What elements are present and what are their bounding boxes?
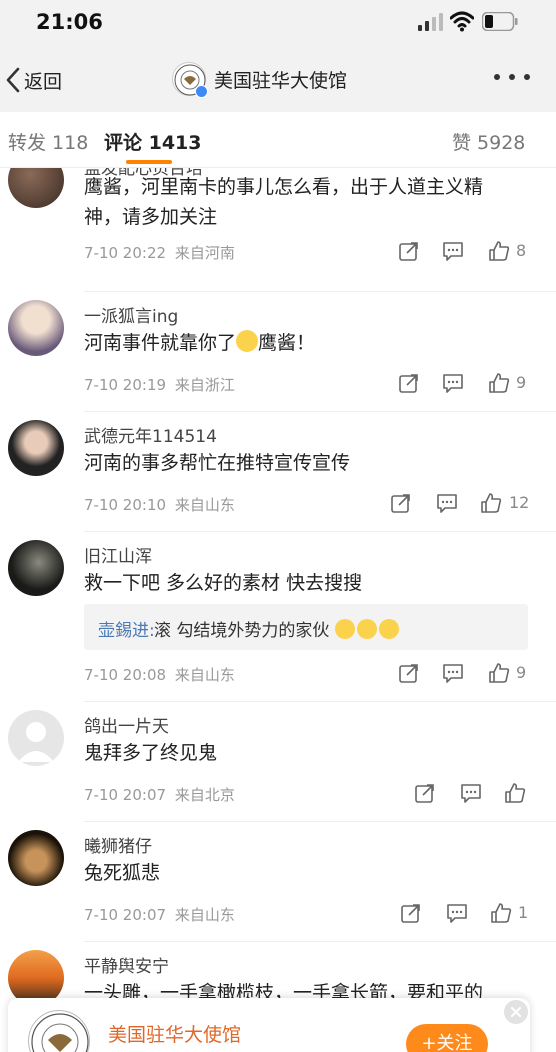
comment-item: 旧江山浑 救一下吧 多么好的素材 快去搜搜 壶錫进: 滚 勾结境外势力的家伙 7… bbox=[0, 532, 556, 702]
status-bar: 21:06 bbox=[0, 0, 556, 48]
comment-username[interactable]: 鸽出一片天 bbox=[84, 712, 169, 737]
back-label: 返回 bbox=[24, 70, 63, 93]
close-icon[interactable] bbox=[504, 1000, 528, 1024]
comment-text: 鹰酱，河里南卡的事儿怎么看，出于人道主义精 神，请多加关注 bbox=[84, 176, 484, 228]
repost-icon[interactable] bbox=[414, 782, 436, 804]
reply-icon[interactable] bbox=[460, 782, 482, 804]
user-avatar[interactable] bbox=[8, 540, 64, 596]
comment-meta: 7-10 20:19 来自浙江 bbox=[84, 374, 235, 395]
user-avatar[interactable] bbox=[8, 300, 64, 356]
comment-item: 一派狐言ing 河南事件就靠你了 鹰酱！ 7-10 20:19 来自浙江 9 bbox=[0, 292, 556, 412]
status-time: 21:06 bbox=[36, 10, 103, 34]
like-icon[interactable] bbox=[480, 492, 502, 514]
comment-username[interactable]: 平静舆安宁 bbox=[84, 952, 169, 977]
comment-text: 鬼拜多了终见鬼 bbox=[84, 742, 218, 764]
verified-badge-icon bbox=[195, 85, 208, 98]
comment-text: 兔死狐悲 bbox=[84, 862, 161, 884]
comment-meta: 7-10 20:07 来自山东 bbox=[84, 904, 235, 925]
nav-bar: 返回 美国驻华大使馆 bbox=[0, 48, 556, 112]
back-button[interactable]: 返回 bbox=[4, 65, 62, 95]
user-avatar[interactable] bbox=[8, 168, 64, 208]
battery-icon bbox=[482, 12, 518, 31]
like-icon[interactable] bbox=[488, 372, 510, 394]
comment-time: 7-10 20:08 bbox=[84, 666, 167, 684]
follow-button[interactable]: +关注 bbox=[406, 1024, 488, 1052]
comment-meta: 7-10 20:10 来自山东 bbox=[84, 494, 235, 515]
repost-icon[interactable] bbox=[400, 902, 422, 924]
tab-reposts[interactable]: 转发 118 bbox=[8, 128, 88, 155]
user-avatar[interactable] bbox=[8, 830, 64, 886]
like-icon[interactable] bbox=[490, 902, 512, 924]
like-count: 9 bbox=[516, 373, 527, 392]
like-icon[interactable] bbox=[504, 782, 526, 804]
like-count: 12 bbox=[509, 493, 530, 512]
comment-location: 来自山东 bbox=[174, 496, 235, 514]
comment-text: 救一下吧 多么好的素材 快去搜搜 bbox=[84, 572, 363, 594]
comment-time: 7-10 20:22 bbox=[84, 244, 167, 262]
repost-icon[interactable] bbox=[398, 240, 420, 262]
page-title: 美国驻华大使馆 bbox=[214, 69, 348, 92]
comment-time: 7-10 20:07 bbox=[84, 786, 167, 804]
comment-text: 河南事件就靠你了 鹰酱！ bbox=[84, 330, 316, 354]
comment-location: 来自浙江 bbox=[174, 376, 235, 394]
tab-comments[interactable]: 评论 1413 bbox=[104, 128, 202, 155]
comment-location: 来自北京 bbox=[174, 786, 235, 804]
tab-likes[interactable]: 赞 5928 bbox=[452, 128, 525, 155]
like-icon[interactable] bbox=[488, 240, 510, 262]
default-avatar-icon[interactable] bbox=[8, 710, 64, 766]
embassy-seal-icon[interactable] bbox=[28, 1010, 90, 1052]
comment-meta: 7-10 20:07 来自北京 bbox=[84, 784, 235, 805]
tab-bar: 转发 118 评论 1413 赞 5928 bbox=[0, 112, 556, 168]
reply-icon[interactable] bbox=[442, 372, 464, 394]
chevron-left-icon bbox=[6, 67, 20, 93]
comment-meta: 7-10 20:08 来自山东 bbox=[84, 664, 235, 685]
comment-text: 河南的事多帮忙在推特宣传宣传 bbox=[84, 452, 351, 474]
comment-username[interactable]: 武德元年114514 bbox=[84, 422, 217, 447]
follow-card-name[interactable]: 美国驻华大使馆 bbox=[108, 1020, 241, 1047]
comment-list[interactable]: 盖发配心页台培 鹰酱，河里南卡的事儿怎么看，出于人道主义精 神，请多加关注 7-… bbox=[0, 168, 556, 1052]
comment-time: 7-10 20:10 bbox=[84, 496, 167, 514]
comment-time: 7-10 20:19 bbox=[84, 376, 167, 394]
comment-item: 盖发配心页台培 鹰酱，河里南卡的事儿怎么看，出于人道主义精 神，请多加关注 7-… bbox=[0, 168, 556, 292]
comment-username[interactable]: 旧江山浑 bbox=[84, 542, 152, 567]
like-count: 8 bbox=[516, 241, 527, 260]
comment-username[interactable]: 一派狐言ing bbox=[84, 302, 178, 327]
comment-username[interactable]: 曦狮猪仔 bbox=[84, 832, 152, 857]
repost-icon[interactable] bbox=[398, 662, 420, 684]
cellular-signal-icon bbox=[418, 13, 443, 31]
profile-avatar[interactable] bbox=[172, 62, 208, 98]
comment-location: 来自山东 bbox=[174, 666, 235, 684]
like-icon[interactable] bbox=[488, 662, 510, 684]
profile-header[interactable]: 美国驻华大使馆 bbox=[172, 62, 348, 98]
user-avatar[interactable] bbox=[8, 420, 64, 476]
more-options-icon[interactable] bbox=[494, 74, 530, 86]
active-tab-indicator bbox=[126, 160, 172, 164]
follow-card[interactable]: 美国驻华大使馆 +关注 bbox=[8, 998, 530, 1052]
like-count: 9 bbox=[516, 663, 527, 682]
comment-location: 来自河南 bbox=[174, 244, 235, 262]
crying-face-icon bbox=[378, 619, 399, 639]
thinking-face-icon bbox=[236, 330, 259, 352]
repost-icon[interactable] bbox=[390, 492, 412, 514]
reply-preview[interactable]: 壶錫进: 滚 勾结境外势力的家伙 bbox=[84, 604, 528, 650]
reply-icon[interactable] bbox=[442, 240, 464, 262]
comment-item: 曦狮猪仔 兔死狐悲 7-10 20:07 来自山东 1 bbox=[0, 822, 556, 942]
comment-location: 来自山东 bbox=[174, 906, 235, 924]
reply-icon[interactable] bbox=[446, 902, 468, 924]
comment-item: 鸽出一片天 鬼拜多了终见鬼 7-10 20:07 来自北京 bbox=[0, 702, 556, 822]
reply-username[interactable]: 壶錫进: bbox=[98, 616, 155, 641]
reply-text: 滚 勾结境外势力的家伙 bbox=[154, 616, 399, 641]
comment-meta: 7-10 20:22 来自河南 bbox=[84, 242, 235, 263]
like-count: 1 bbox=[518, 903, 529, 922]
crying-face-icon bbox=[356, 619, 377, 639]
wifi-icon bbox=[450, 11, 474, 32]
crying-face-icon bbox=[334, 619, 355, 639]
comment-item: 武德元年114514 河南的事多帮忙在推特宣传宣传 7-10 20:10 来自山… bbox=[0, 412, 556, 532]
reply-icon[interactable] bbox=[436, 492, 458, 514]
comment-time: 7-10 20:07 bbox=[84, 906, 167, 924]
reply-icon[interactable] bbox=[442, 662, 464, 684]
repost-icon[interactable] bbox=[398, 372, 420, 394]
